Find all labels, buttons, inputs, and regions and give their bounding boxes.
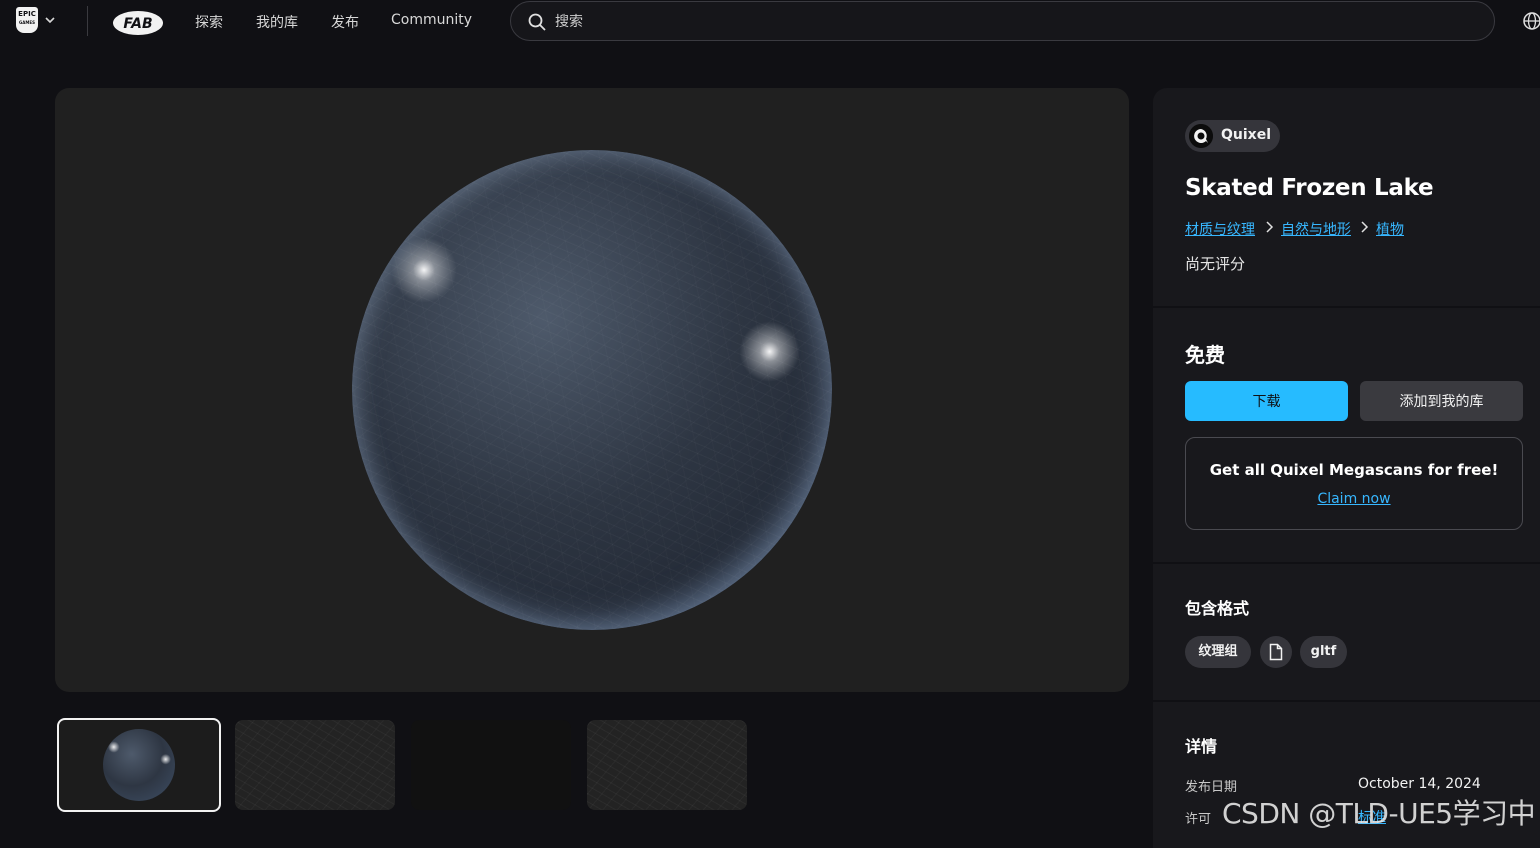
price-label: 免费 <box>1185 343 1225 367</box>
material-sphere-preview <box>352 150 832 630</box>
chevron-right-icon <box>1266 221 1274 233</box>
epic-logo-sub: GAMES <box>19 20 35 25</box>
chevron-down-icon[interactable] <box>44 14 56 26</box>
thumbnail-texture-1[interactable] <box>235 720 395 810</box>
fab-logo[interactable]: FAB <box>112 6 164 36</box>
fab-logo-text: FAB <box>123 16 152 32</box>
product-title: Skated Frozen Lake <box>1185 175 1434 201</box>
rating-text: 尚无评分 <box>1185 255 1246 273</box>
format-chip-gltf[interactable]: gltf <box>1300 636 1347 668</box>
breadcrumb-plants[interactable]: 植物 <box>1376 219 1404 239</box>
panel-divider <box>1153 700 1540 702</box>
download-button[interactable]: 下载 <box>1185 381 1348 421</box>
breadcrumb-materials[interactable]: 材质与纹理 <box>1185 219 1255 239</box>
globe-icon[interactable] <box>1522 11 1540 31</box>
claim-now-link[interactable]: Claim now <box>1186 491 1522 507</box>
file-icon <box>1269 643 1283 661</box>
thumbnail-sphere-image <box>103 729 175 801</box>
format-chip-texture-set[interactable]: 纹理组 <box>1185 636 1251 668</box>
publisher-chip[interactable]: Quixel <box>1185 120 1280 152</box>
formats-heading: 包含格式 <box>1185 599 1250 618</box>
search-bar[interactable] <box>510 1 1495 41</box>
publisher-name: Quixel <box>1221 127 1271 143</box>
nav-link-community[interactable]: Community <box>391 12 472 28</box>
nav-divider <box>87 6 88 36</box>
thumbnail-sphere[interactable] <box>57 718 221 812</box>
quixel-logo-icon <box>1189 124 1213 148</box>
thumbnail-texture-2[interactable] <box>411 720 571 810</box>
panel-divider <box>1153 306 1540 308</box>
sphere-scratches <box>352 150 832 630</box>
search-icon <box>528 13 546 31</box>
add-to-library-button[interactable]: 添加到我的库 <box>1360 381 1523 421</box>
csdn-watermark: CSDN @TLD-UE5学习中 <box>1222 797 1536 830</box>
nav-link-publish[interactable]: 发布 <box>331 12 359 32</box>
details-heading: 详情 <box>1185 737 1218 756</box>
megascans-promo: Get all Quixel Megascans for free! Claim… <box>1185 437 1523 530</box>
top-nav: EPIC GAMES FAB 探索 我的库 发布 Community <box>0 0 1540 42</box>
search-input[interactable] <box>555 11 1455 33</box>
chevron-right-icon <box>1361 221 1369 233</box>
release-date-value: October 14, 2024 <box>1358 776 1481 792</box>
thumbnail-texture-3[interactable] <box>587 720 747 810</box>
breadcrumb-nature[interactable]: 自然与地形 <box>1281 219 1351 239</box>
license-label: 许可 <box>1185 812 1212 827</box>
nav-link-library[interactable]: 我的库 <box>256 12 298 32</box>
panel-divider <box>1153 562 1540 564</box>
nav-link-explore[interactable]: 探索 <box>195 12 223 32</box>
epic-games-logo[interactable]: EPIC GAMES <box>16 7 38 33</box>
main-preview[interactable] <box>55 88 1129 692</box>
epic-logo-text: EPIC <box>18 10 36 18</box>
format-chip-file[interactable] <box>1260 636 1292 668</box>
promo-title: Get all Quixel Megascans for free! <box>1209 461 1499 479</box>
